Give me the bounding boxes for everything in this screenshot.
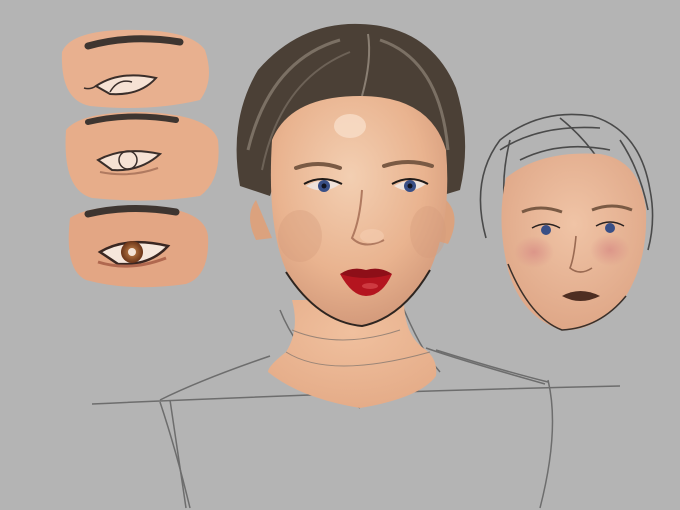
sketch-portrait xyxy=(479,113,654,331)
eye-study-bottom xyxy=(68,204,209,288)
artwork-canvas xyxy=(61,23,654,509)
eye-study-middle xyxy=(65,112,219,201)
eye-study-top xyxy=(61,29,209,108)
